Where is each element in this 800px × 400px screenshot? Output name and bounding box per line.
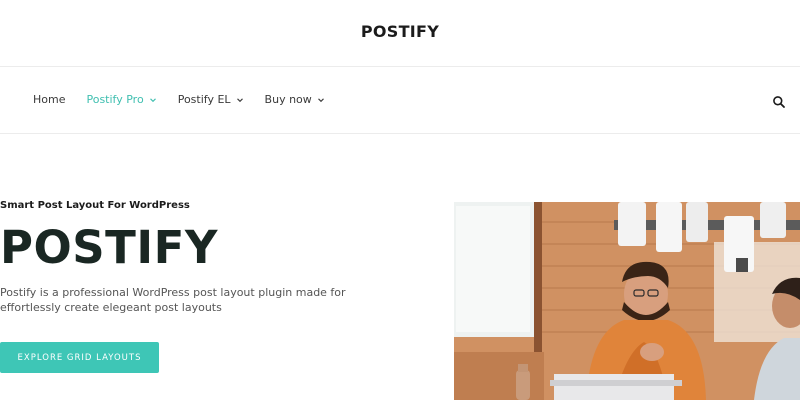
chevron-down-icon bbox=[236, 96, 244, 104]
nav-list: Home Postify Pro Postify EL Buy now bbox=[33, 93, 325, 106]
chevron-down-icon bbox=[149, 96, 157, 104]
nav-item-label: Home bbox=[33, 93, 66, 106]
site-title[interactable]: POSTIFY bbox=[0, 22, 800, 41]
explore-grid-layouts-button[interactable]: EXPLORE GRID LAYOUTS bbox=[0, 342, 159, 373]
hero-description: Postify is a professional WordPress post… bbox=[0, 286, 346, 314]
nav-item-postify-el[interactable]: Postify EL bbox=[178, 93, 244, 106]
nav-item-buy-now[interactable]: Buy now bbox=[265, 93, 325, 106]
hero-section: Smart Post Layout For WordPress POSTIFY … bbox=[0, 134, 800, 400]
chevron-down-icon bbox=[317, 96, 325, 104]
main-nav: Home Postify Pro Postify EL Buy now bbox=[0, 67, 800, 134]
site-header: POSTIFY bbox=[0, 0, 800, 67]
nav-item-postify-pro[interactable]: Postify Pro bbox=[86, 93, 156, 106]
hero-tagline: Smart Post Layout For WordPress bbox=[0, 200, 190, 211]
search-icon[interactable] bbox=[772, 94, 786, 108]
nav-item-home[interactable]: Home bbox=[33, 93, 65, 106]
hero-image bbox=[454, 202, 800, 400]
nav-item-label: Buy now bbox=[264, 93, 312, 106]
nav-item-label: Postify Pro bbox=[86, 93, 144, 106]
hero-title: POSTIFY bbox=[0, 221, 218, 274]
nav-item-label: Postify EL bbox=[177, 93, 231, 106]
